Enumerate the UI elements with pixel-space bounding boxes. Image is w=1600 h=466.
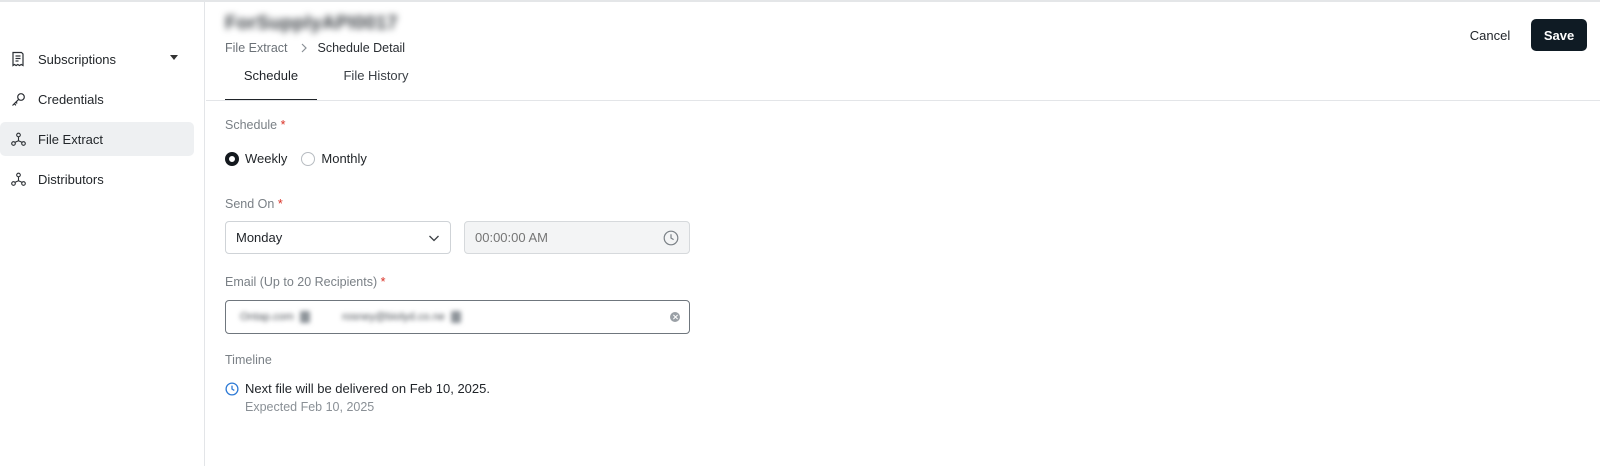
receipt-icon bbox=[10, 51, 26, 67]
email-label-text: Email (Up to 20 Recipients) bbox=[225, 275, 378, 289]
sidebar-item-label: Subscriptions bbox=[38, 51, 117, 67]
tab-schedule[interactable]: Schedule bbox=[225, 68, 317, 101]
radio-unchecked-icon[interactable] bbox=[301, 151, 316, 166]
breadcrumb-current: Schedule Detail bbox=[317, 41, 406, 55]
email-chip-text: Ontap.com bbox=[240, 311, 294, 323]
email-recipients-input[interactable]: Ontap.com rosney@biolyd.co.ne bbox=[225, 300, 690, 334]
nodes-icon bbox=[10, 131, 26, 147]
breadcrumb: File Extract Schedule Detail bbox=[225, 41, 405, 55]
sidebar: Subscriptions Credentials File Extract D… bbox=[0, 2, 205, 466]
schedule-radio-group: Weekly Monthly bbox=[225, 151, 381, 166]
chevron-down-icon bbox=[429, 235, 439, 242]
email-chip[interactable]: Ontap.com bbox=[240, 309, 310, 325]
time-field[interactable] bbox=[475, 230, 645, 245]
sidebar-item-label: Distributors bbox=[38, 171, 104, 187]
radio-monthly[interactable]: Monthly bbox=[301, 151, 367, 166]
radio-label: Monthly bbox=[321, 151, 367, 166]
chip-remove-icon[interactable] bbox=[299, 311, 310, 323]
required-mark: * bbox=[277, 197, 283, 211]
clear-icon[interactable] bbox=[670, 312, 680, 322]
nodes-icon bbox=[10, 171, 26, 187]
breadcrumb-link-file-extract[interactable]: File Extract bbox=[225, 41, 288, 55]
day-select-value: Monday bbox=[236, 230, 283, 245]
email-chip-text: rosney@biolyd.co.ne bbox=[342, 311, 445, 323]
clock-icon bbox=[225, 382, 239, 396]
schedule-label: Schedule * bbox=[225, 118, 285, 132]
sidebar-item-label: Credentials bbox=[38, 91, 104, 107]
email-chip[interactable]: rosney@biolyd.co.ne bbox=[342, 309, 461, 325]
tabs-divider bbox=[206, 100, 1600, 101]
required-mark: * bbox=[280, 118, 286, 132]
required-mark: * bbox=[380, 275, 386, 289]
sidebar-item-distributors[interactable]: Distributors bbox=[0, 162, 194, 196]
save-button[interactable]: Save bbox=[1531, 19, 1587, 51]
time-input[interactable] bbox=[464, 221, 690, 254]
chip-remove-icon[interactable] bbox=[450, 311, 461, 323]
tab-file-history[interactable]: File History bbox=[330, 68, 422, 101]
sidebar-item-file-extract[interactable]: File Extract bbox=[0, 122, 194, 156]
timeline-message: Next file will be delivered on Feb 10, 2… bbox=[245, 381, 490, 396]
timeline-expected: Expected Feb 10, 2025 bbox=[245, 400, 375, 414]
key-icon bbox=[10, 91, 26, 107]
send-on-label: Send On * bbox=[225, 197, 283, 211]
caret-down-icon[interactable] bbox=[170, 55, 178, 60]
sidebar-item-credentials[interactable]: Credentials bbox=[0, 82, 194, 116]
timeline-label: Timeline bbox=[225, 353, 272, 367]
sidebar-item-label: File Extract bbox=[38, 131, 104, 147]
top-border bbox=[0, 0, 1600, 2]
sidebar-item-subscriptions[interactable]: Subscriptions bbox=[0, 42, 194, 76]
email-label: Email (Up to 20 Recipients) * bbox=[225, 275, 386, 289]
radio-checked-icon[interactable] bbox=[225, 151, 239, 166]
clock-icon[interactable] bbox=[663, 230, 679, 246]
cancel-button[interactable]: Cancel bbox=[1456, 19, 1524, 51]
send-on-label-text: Send On bbox=[225, 197, 275, 211]
day-select[interactable]: Monday bbox=[225, 221, 451, 254]
chevron-right-icon bbox=[298, 42, 310, 54]
radio-label: Weekly bbox=[245, 151, 288, 166]
radio-weekly[interactable]: Weekly bbox=[225, 151, 287, 166]
schedule-label-text: Schedule bbox=[225, 118, 278, 132]
page-title: ForSupplyAPI0017 bbox=[225, 13, 398, 34]
